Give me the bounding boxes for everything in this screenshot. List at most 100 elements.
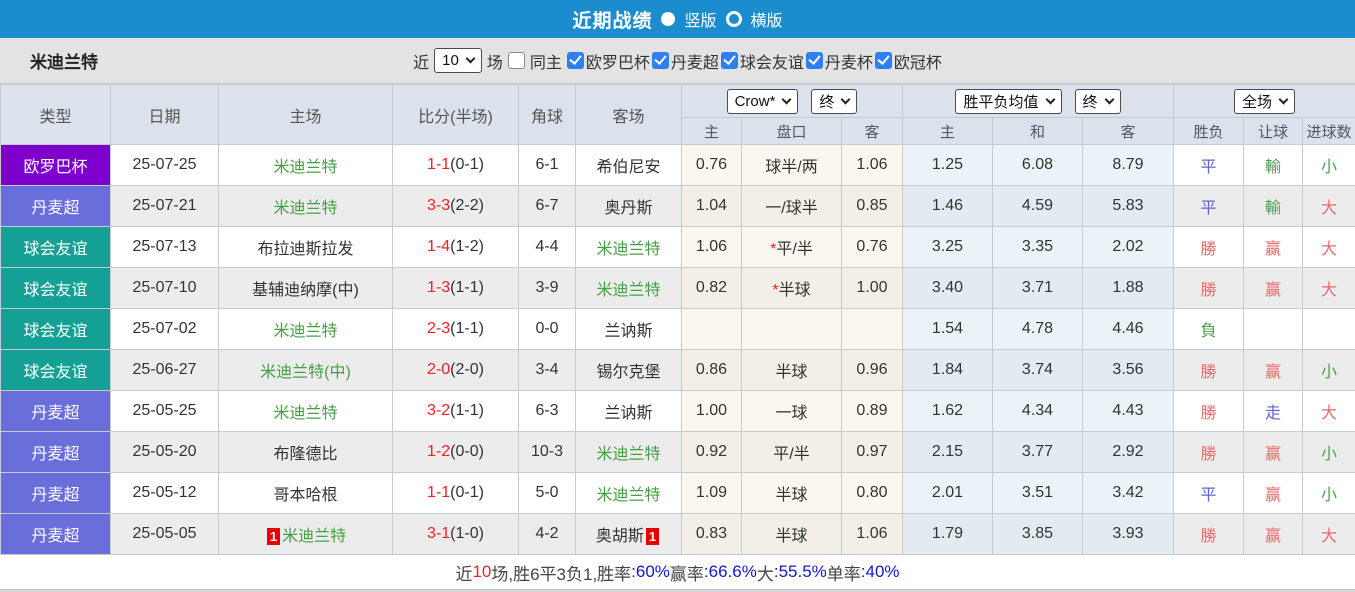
league-label: 丹麦超 — [670, 54, 719, 72]
result-handicap: 赢 — [1243, 267, 1303, 309]
avg-metric-select[interactable]: 胜平负均值 — [955, 88, 1062, 114]
away-team: 锡尔克堡 — [575, 349, 682, 391]
scope-select[interactable]: 全场 — [1233, 88, 1295, 114]
match-date: 25-05-12 — [110, 472, 219, 514]
col-header-away: 客场 — [575, 84, 682, 145]
odds-away: 0.85 — [841, 185, 903, 227]
avg-metric-value: 胜平负均值 — [963, 93, 1039, 111]
chevron-down-icon — [1045, 94, 1055, 104]
match-date: 25-07-13 — [110, 226, 219, 268]
fulltime-score: 1-2 — [427, 443, 451, 460]
result-handicap: 赢 — [1243, 472, 1303, 514]
result-goals: 小 — [1302, 144, 1355, 186]
same-home-checkbox[interactable] — [507, 52, 525, 69]
odds-away: 0.89 — [841, 390, 903, 432]
chevron-down-icon — [1278, 94, 1289, 104]
team-name: 米迪兰特 — [30, 53, 98, 72]
col-header-type: 类型 — [0, 84, 111, 145]
home-team: 米迪兰特(中) — [218, 349, 393, 391]
away-team-name: 希伯尼安 — [596, 159, 661, 176]
match-date: 25-07-25 — [110, 144, 219, 186]
summary-segment: :66.6% — [703, 562, 757, 581]
home-team: 布隆德比 — [218, 431, 393, 473]
corners: 3-4 — [518, 349, 576, 391]
corners: 6-7 — [518, 185, 576, 227]
league-checkbox[interactable] — [805, 52, 823, 69]
avg-away-odds: 1.88 — [1082, 267, 1174, 309]
league-checkbox[interactable] — [566, 52, 584, 69]
horizontal-layout-label[interactable]: 横版 — [751, 7, 783, 31]
score: 1-1(0-1) — [392, 144, 519, 186]
odds-away: 0.96 — [841, 349, 903, 391]
filters: 近 10 场 同主 欧罗巴杯 丹麦超 球会友谊 丹麦杯 欧冠杯 — [411, 48, 944, 73]
halftime-score: (2-0) — [450, 361, 484, 378]
halftime-score: (1-1) — [450, 279, 484, 296]
odds-home: 0.86 — [681, 349, 742, 391]
odds-home: 0.83 — [681, 513, 742, 555]
match-date: 25-07-21 — [110, 185, 219, 227]
result-wdl: 勝 — [1173, 390, 1244, 432]
odds-home: 1.09 — [681, 472, 742, 514]
result-wdl: 勝 — [1173, 349, 1244, 391]
home-team: 米迪兰特 — [218, 390, 393, 432]
type-badge: 丹麦超 — [0, 185, 111, 227]
odds-away: 1.06 — [841, 513, 903, 555]
match-date: 25-05-20 — [110, 431, 219, 473]
summary-segment: :55.5% — [773, 562, 827, 581]
handicap: 半球 — [741, 349, 842, 391]
score: 2-3(1-1) — [392, 308, 519, 350]
avg-away-odds: 3.42 — [1082, 472, 1174, 514]
odds-home: 0.76 — [681, 144, 742, 186]
home-team-name: 哥本哈根 — [273, 487, 338, 504]
subheader-handicap-result: 让球 — [1243, 117, 1303, 145]
home-team-name: 米迪兰特 — [273, 159, 338, 176]
recent-count-select[interactable]: 10 — [434, 48, 482, 73]
subheader-avg-lose: 客 — [1082, 117, 1174, 145]
away-team: 兰讷斯 — [575, 390, 682, 432]
result-wdl: 勝 — [1173, 267, 1244, 309]
recent-results-panel: 近期战绩 竖版 横版 米迪兰特 近 10 场 同主 欧罗巴杯 丹麦超 球会友谊 丹麦杯… — [0, 0, 1355, 592]
result-wdl: 平 — [1173, 185, 1244, 227]
halftime-score: (1-1) — [450, 402, 484, 419]
corners: 4-2 — [518, 513, 576, 555]
away-team-name: 锡尔克堡 — [596, 364, 661, 381]
subheader-goals: 进球数 — [1302, 117, 1355, 145]
corners: 3-9 — [518, 267, 576, 309]
col-header-score: 比分(半场) — [392, 84, 519, 145]
match-date: 25-07-02 — [110, 308, 219, 350]
score: 2-0(2-0) — [392, 349, 519, 391]
matches-label: 场 — [486, 54, 503, 72]
fulltime-score: 1-4 — [427, 238, 451, 255]
horizontal-layout-radio[interactable] — [725, 11, 742, 27]
avg-draw-odds: 3.74 — [992, 349, 1083, 391]
handicap: 半球 — [741, 513, 842, 555]
away-team: 奥丹斯 — [575, 185, 682, 227]
type-badge: 球会友谊 — [0, 226, 111, 268]
avg-away-odds: 2.92 — [1082, 431, 1174, 473]
avg-period-select[interactable]: 终 — [1074, 88, 1121, 114]
odds-company-select[interactable]: Crow* — [726, 88, 799, 114]
away-team: 米迪兰特 — [575, 472, 682, 514]
halftime-score: (0-1) — [450, 484, 484, 501]
handicap: 一球 — [741, 390, 842, 432]
page-title: 近期战绩 — [572, 10, 653, 32]
vertical-layout-label[interactable]: 竖版 — [684, 7, 716, 31]
fulltime-score: 1-1 — [427, 484, 451, 501]
odds-period-value: 终 — [819, 93, 835, 111]
home-team-name: 米迪兰特(中) — [260, 364, 351, 381]
league-label: 欧罗巴杯 — [585, 54, 650, 72]
result-handicap: 赢 — [1243, 513, 1303, 555]
away-team: 兰讷斯 — [575, 308, 682, 350]
league-checkbox[interactable] — [720, 52, 738, 69]
vertical-layout-radio[interactable] — [661, 12, 676, 26]
col-header-home: 主场 — [218, 84, 393, 145]
fulltime-score: 3-3 — [427, 197, 451, 214]
handicap: 一/球半 — [741, 185, 842, 227]
home-team-name: 布拉迪斯拉发 — [257, 241, 354, 258]
result-handicap: 輸 — [1243, 144, 1303, 186]
league-checkbox[interactable] — [651, 52, 669, 69]
avg-home-odds: 2.15 — [902, 431, 993, 473]
odds-period-select[interactable]: 终 — [811, 88, 858, 114]
odds-group-header: Crow* 终 — [681, 84, 903, 118]
league-checkbox[interactable] — [874, 52, 892, 69]
